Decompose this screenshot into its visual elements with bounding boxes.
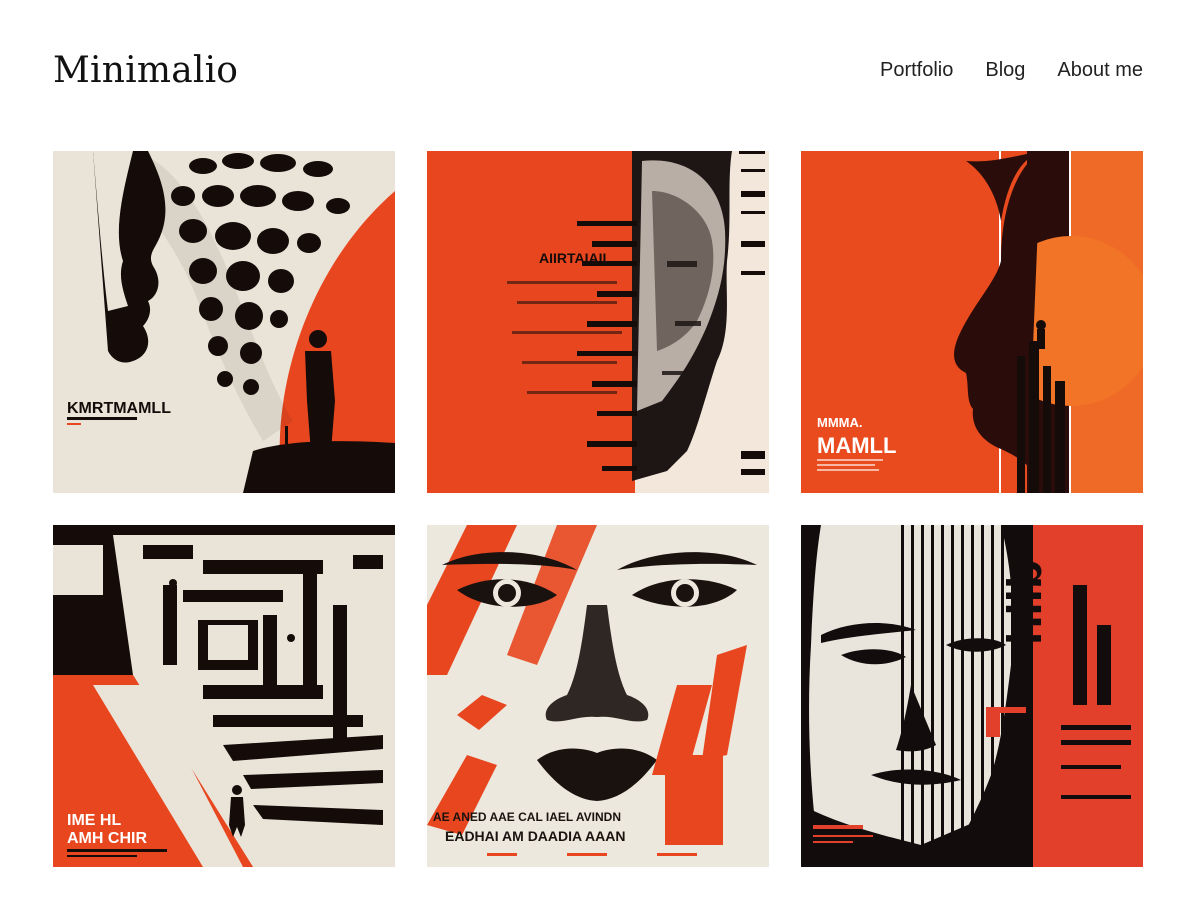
poster-1-caption: KMRTMAMLL (67, 400, 171, 417)
poster-3-caption-small: MMMA. (817, 415, 863, 430)
poster-image-3: MMMA. MAMLL (801, 151, 1143, 493)
portfolio-item-1[interactable]: KMRTMAMLL (53, 151, 395, 493)
poster-4-caption-line-2: AMH CHIR (67, 830, 147, 847)
poster-5-caption-line-1: AE ANED AAE CAL IAEL AVINDN (433, 810, 621, 824)
poster-4-caption-line-1: IME HL (67, 812, 121, 829)
poster-6-caption: hllb (999, 560, 1052, 645)
poster-image-4: IME HL AMH CHIR (53, 525, 395, 867)
nav-item-blog[interactable]: Blog (985, 59, 1025, 82)
site-header: Minimalio Portfolio Blog About me (53, 40, 1143, 100)
poster-3-caption: MAMLL (817, 433, 896, 458)
portfolio-item-6[interactable]: hllb (801, 525, 1143, 867)
poster-image-5: AE ANED AAE CAL IAEL AVINDN EADHAI AM DA… (427, 525, 769, 867)
portfolio-grid: KMRTMAMLL AIIRTAIAII MMMA. MAMLL IME HL … (53, 151, 1143, 867)
portfolio-item-2[interactable]: AIIRTAIAII (427, 151, 769, 493)
poster-image-6: hllb (801, 525, 1143, 867)
portfolio-item-5[interactable]: AE ANED AAE CAL IAEL AVINDN EADHAI AM DA… (427, 525, 769, 867)
site-logo[interactable]: Minimalio (53, 50, 238, 91)
poster-5-caption-line-2: EADHAI AM DAADIA AAAN (445, 828, 625, 844)
poster-image-2: AIIRTAIAII (427, 151, 769, 493)
portfolio-item-4[interactable]: IME HL AMH CHIR (53, 525, 395, 867)
poster-image-1: KMRTMAMLL (53, 151, 395, 493)
main-nav: Portfolio Blog About me (880, 59, 1143, 82)
portfolio-item-3[interactable]: MMMA. MAMLL (801, 151, 1143, 493)
nav-item-about-me[interactable]: About me (1057, 59, 1143, 82)
nav-item-portfolio[interactable]: Portfolio (880, 59, 953, 82)
poster-2-caption: AIIRTAIAII (539, 250, 606, 266)
